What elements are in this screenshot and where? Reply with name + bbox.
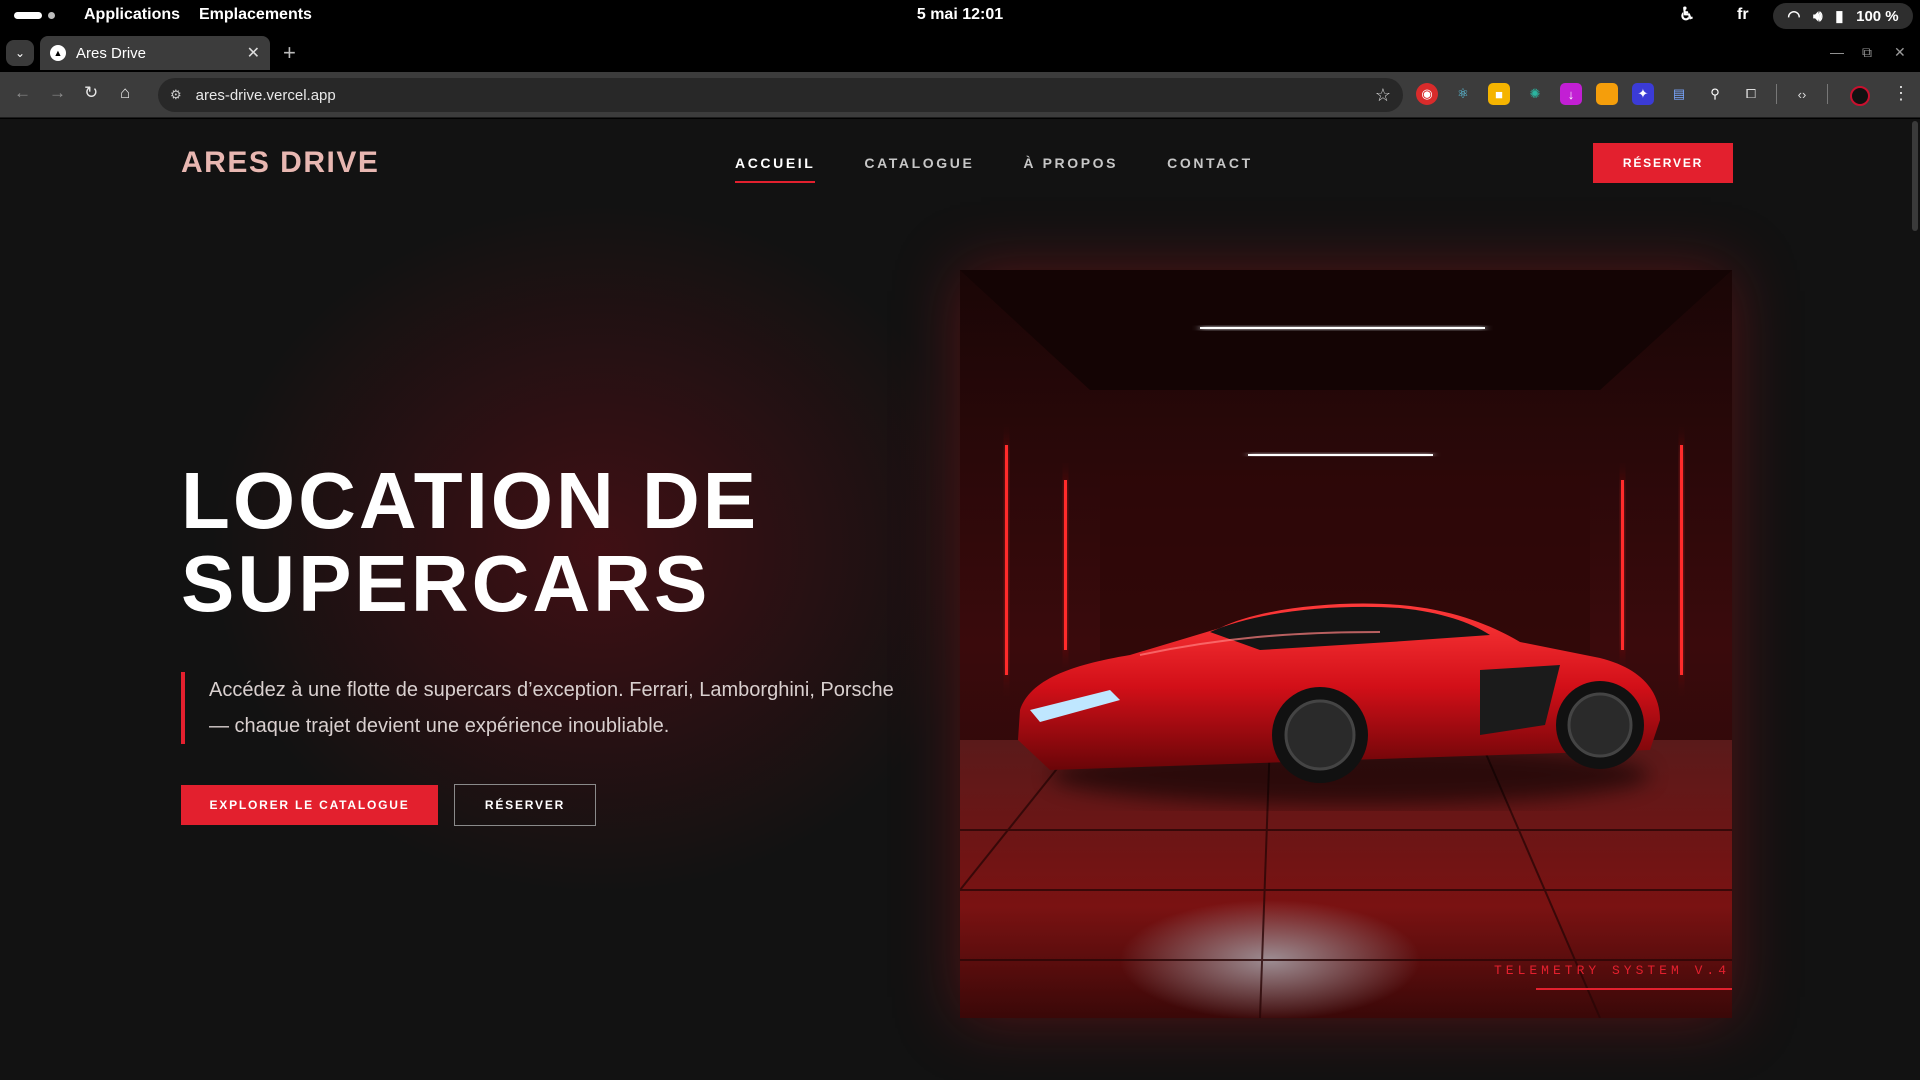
extension-download-icon[interactable]: ↓ bbox=[1560, 83, 1582, 105]
home-icon[interactable]: ⌂ bbox=[120, 83, 130, 103]
page-viewport: ARES DRIVE ACCUEIL CATALOGUE À PROPOS CO… bbox=[0, 119, 1920, 1080]
battery-icon: ▮ bbox=[1835, 8, 1844, 25]
reload-icon[interactable]: ↻ bbox=[84, 83, 98, 103]
forward-icon[interactable]: → bbox=[49, 83, 66, 103]
extension-doc-icon[interactable]: ▤ bbox=[1668, 83, 1690, 105]
restore-icon[interactable]: ⧉ bbox=[1862, 44, 1872, 61]
window-close-icon[interactable]: ✕ bbox=[1894, 44, 1906, 61]
hero-car-image: TELEMETRY SYSTEM V.4 bbox=[960, 270, 1732, 1018]
wifi-icon: ◠ bbox=[1787, 8, 1801, 25]
toolbar-separator bbox=[1776, 84, 1777, 104]
places-menu[interactable]: Emplacements bbox=[199, 6, 312, 24]
header-reserve-button[interactable]: RÉSERVER bbox=[1593, 143, 1733, 183]
hero-title: LOCATION DE SUPERCARS bbox=[181, 459, 759, 625]
vercel-favicon-icon: ▲ bbox=[50, 45, 66, 61]
system-top-bar: Applications Emplacements 5 mai 12:01 ♿︎… bbox=[0, 0, 1920, 32]
browser-tab-strip: ⌄ ▲ Ares Drive ✕ + — ⧉ ✕ bbox=[0, 32, 1920, 72]
extensions-area: ◉ ⚛ ■ ✺ ↓ ✦ ▤ ⚲ ⧠ ‹› bbox=[1416, 83, 1828, 105]
extension-blue-icon[interactable]: ✦ bbox=[1632, 83, 1654, 105]
profile-avatar[interactable] bbox=[1850, 86, 1870, 106]
tab-search-button[interactable]: ⌄ bbox=[6, 40, 34, 66]
bookmark-star-icon[interactable]: ☆ bbox=[1375, 85, 1391, 106]
browser-tab[interactable]: ▲ Ares Drive ✕ bbox=[40, 36, 270, 70]
system-status-area[interactable]: ◠ 🔊︎ ▮ 100 % bbox=[1773, 3, 1913, 29]
battery-percent: 100 % bbox=[1856, 7, 1899, 25]
chrome-menu-icon[interactable]: ⋮ bbox=[1892, 83, 1910, 104]
nav-link-catalogue[interactable]: CATALOGUE bbox=[864, 155, 974, 183]
extension-person-icon[interactable]: ⚲ bbox=[1704, 83, 1726, 105]
hero-title-line-2: SUPERCARS bbox=[181, 539, 711, 628]
extension-yellow-icon[interactable]: ■ bbox=[1488, 83, 1510, 105]
clock[interactable]: 5 mai 12:01 bbox=[917, 6, 1003, 23]
url-text[interactable]: ares-drive.vercel.app bbox=[196, 87, 1375, 104]
react-devtools-icon[interactable]: ⚛ bbox=[1452, 83, 1474, 105]
toolbar-separator bbox=[1827, 84, 1828, 104]
minimize-icon[interactable]: — bbox=[1830, 44, 1844, 60]
nav-link-contact[interactable]: CONTACT bbox=[1167, 155, 1253, 183]
keyboard-language[interactable]: fr bbox=[1737, 6, 1749, 24]
page-scrollbar[interactable] bbox=[1912, 121, 1918, 231]
extensions-puzzle-icon[interactable]: ⧠ bbox=[1740, 83, 1762, 105]
telemetry-underline bbox=[1536, 988, 1732, 990]
accessibility-icon[interactable]: ♿︎ bbox=[1679, 4, 1695, 25]
extension-red-icon[interactable]: ◉ bbox=[1416, 83, 1438, 105]
site-logo[interactable]: ARES DRIVE bbox=[181, 146, 379, 180]
nav-link-accueil[interactable]: ACCUEIL bbox=[735, 155, 816, 183]
address-bar[interactable]: ⚙ ares-drive.vercel.app ☆ bbox=[158, 78, 1403, 112]
explore-catalogue-button[interactable]: EXPLORER LE CATALOGUE bbox=[181, 785, 438, 825]
new-tab-button[interactable]: + bbox=[283, 40, 296, 66]
site-info-icon[interactable]: ⚙ bbox=[170, 87, 182, 103]
tab-title: Ares Drive bbox=[76, 44, 147, 62]
extension-orange-icon[interactable] bbox=[1596, 83, 1618, 105]
volume-icon: 🔊︎ bbox=[1813, 7, 1823, 25]
hero-reserve-button[interactable]: RÉSERVER bbox=[454, 784, 596, 826]
applications-menu[interactable]: Applications bbox=[84, 6, 180, 24]
nav-link-a-propos[interactable]: À PROPOS bbox=[1023, 155, 1118, 183]
back-icon[interactable]: ← bbox=[14, 83, 31, 103]
hero-description: Accédez à une flotte de supercars d’exce… bbox=[181, 672, 901, 744]
telemetry-label: TELEMETRY SYSTEM V.4 bbox=[1493, 963, 1730, 978]
supercar-garage-illustration bbox=[960, 270, 1732, 1018]
workspace-active-pill bbox=[14, 12, 42, 19]
workspace-dot bbox=[48, 12, 55, 19]
browser-toolbar: ← → ↻ ⌂ ⚙ ares-drive.vercel.app ☆ ◉ ⚛ ■ … bbox=[0, 72, 1920, 118]
site-navigation: ACCUEIL CATALOGUE À PROPOS CONTACT bbox=[735, 155, 1253, 183]
close-tab-icon[interactable]: ✕ bbox=[247, 43, 260, 63]
devtools-code-icon[interactable]: ‹› bbox=[1791, 83, 1813, 105]
hero-title-line-1: LOCATION DE bbox=[181, 456, 760, 545]
extension-teal-icon[interactable]: ✺ bbox=[1524, 83, 1546, 105]
activities-indicator[interactable] bbox=[14, 12, 55, 19]
